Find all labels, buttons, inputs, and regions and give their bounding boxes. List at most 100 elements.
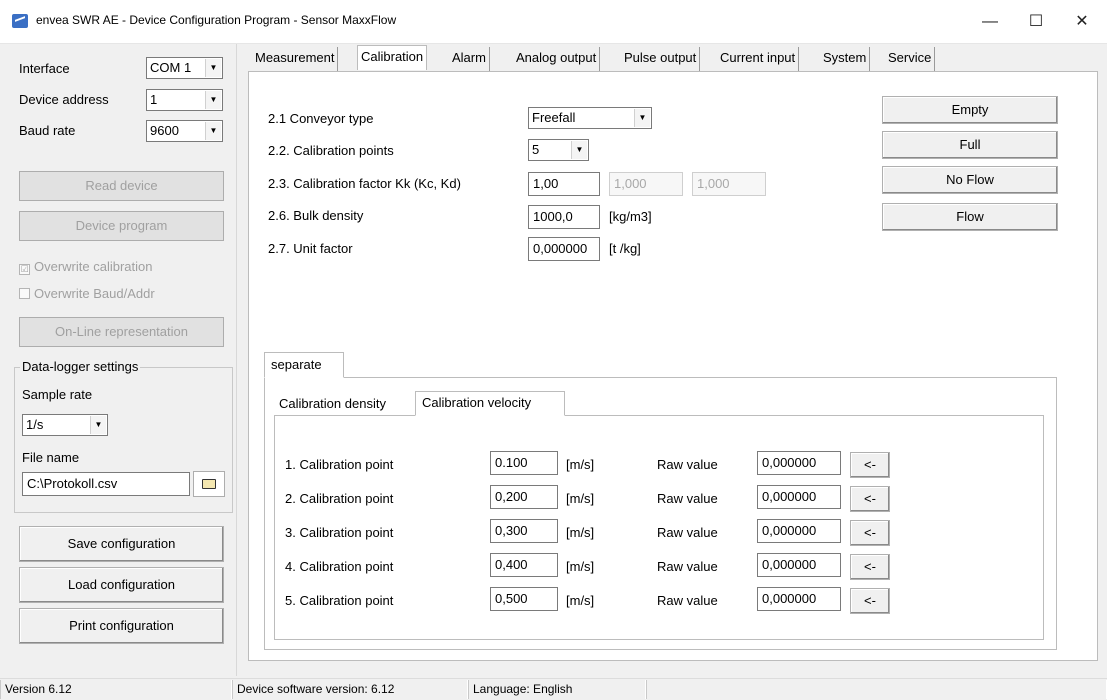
factor-kk-input[interactable]: 1,00 — [528, 172, 600, 196]
bulk-density-label: 2.6. Bulk density — [268, 208, 364, 223]
online-representation-button[interactable]: On-Line representation — [19, 317, 224, 347]
tab-pulse-output[interactable]: Pulse output — [621, 47, 701, 71]
calibration-point-unit: [m/s] — [566, 491, 595, 506]
chevron-down-icon: ▼ — [205, 91, 221, 109]
overwrite-calibration-checkbox[interactable]: ☑ Overwrite calibration — [19, 259, 153, 275]
chevron-down-icon: ▼ — [571, 141, 587, 159]
flow-button[interactable]: Flow — [882, 203, 1058, 231]
factor-kc-input[interactable]: 1,000 — [609, 172, 683, 196]
close-button[interactable]: ✕ — [1059, 0, 1105, 44]
version-status: Version 6.12 — [0, 680, 232, 699]
raw-value-label: Raw value — [657, 525, 718, 540]
conveyor-type-label: 2.1 Conveyor type — [268, 111, 374, 126]
load-configuration-button[interactable]: Load configuration — [19, 567, 224, 603]
calibration-point-label: 4. Calibration point — [285, 559, 394, 574]
calibration-point-unit: [m/s] — [566, 593, 595, 608]
apply-raw-value-button[interactable]: <- — [850, 452, 890, 478]
overwrite-baud-checkbox[interactable]: Overwrite Baud/Addr — [19, 286, 155, 301]
full-button[interactable]: Full — [882, 131, 1058, 159]
baud-rate-select[interactable]: 9600 ▼ — [146, 120, 223, 142]
conveyor-type-value: Freefall — [532, 110, 576, 125]
apply-raw-value-button[interactable]: <- — [850, 486, 890, 512]
tab-alarm[interactable]: Alarm — [449, 47, 490, 71]
bulk-density-unit: [kg/m3] — [609, 209, 652, 224]
calibration-point-value-input[interactable]: 0,500 — [490, 587, 558, 611]
calibration-point-value-input[interactable]: 0,400 — [490, 553, 558, 577]
device-program-button[interactable]: Device program — [19, 211, 224, 241]
file-name-input[interactable]: C:\Protokoll.csv — [22, 472, 190, 496]
window-title: envea SWR AE - Device Configuration Prog… — [36, 13, 397, 27]
calibration-points-select[interactable]: 5 ▼ — [528, 139, 589, 161]
tab-analog-output[interactable]: Analog output — [513, 47, 601, 71]
file-name-label: File name — [22, 450, 80, 465]
raw-value-input[interactable]: 0,000000 — [757, 553, 841, 577]
tab-calibration-density[interactable]: Calibration density — [279, 393, 386, 415]
checkbox-unchecked-icon — [19, 288, 30, 299]
interface-select[interactable]: COM 1 ▼ — [146, 57, 223, 79]
tab-service[interactable]: Service — [885, 47, 936, 71]
conveyor-type-select[interactable]: Freefall ▼ — [528, 107, 652, 129]
interface-label: Interface — [19, 61, 70, 76]
calibration-point-label: 3. Calibration point — [285, 525, 394, 540]
sample-rate-select[interactable]: 1/s ▼ — [22, 414, 108, 436]
factor-kd-input[interactable]: 1,000 — [692, 172, 766, 196]
chevron-down-icon: ▼ — [205, 59, 221, 77]
interface-value: COM 1 — [150, 60, 192, 75]
read-device-button[interactable]: Read device — [19, 171, 224, 201]
folder-icon — [202, 479, 216, 489]
apply-raw-value-button[interactable]: <- — [850, 554, 890, 580]
calibration-point-label: 1. Calibration point — [285, 457, 394, 472]
device-address-value: 1 — [150, 92, 158, 107]
raw-value-input[interactable]: 0,000000 — [757, 519, 841, 543]
calibration-factor-label: 2.3. Calibration factor Kk (Kc, Kd) — [268, 176, 461, 191]
raw-value-input[interactable]: 0,000000 — [757, 485, 841, 509]
device-software-status: Device software version: 6.12 — [232, 680, 468, 699]
sample-rate-label: Sample rate — [22, 387, 93, 402]
device-address-label: Device address — [19, 92, 109, 107]
tab-separate[interactable]: separate — [264, 352, 344, 378]
raw-value-input[interactable]: 0,000000 — [757, 451, 841, 475]
calibration-point-unit: [m/s] — [566, 559, 595, 574]
tab-calibration-velocity[interactable]: Calibration velocity — [415, 391, 565, 416]
minimize-button[interactable]: — — [967, 0, 1013, 44]
device-address-select[interactable]: 1 ▼ — [146, 89, 223, 111]
calibration-point-unit: [m/s] — [566, 457, 595, 472]
calibration-point-value-input[interactable]: 0,200 — [490, 485, 558, 509]
bulk-density-input[interactable]: 1000,0 — [528, 205, 600, 229]
datalogger-title: Data-logger settings — [20, 359, 141, 374]
apply-raw-value-button[interactable]: <- — [850, 520, 890, 546]
language-status: Language: English — [468, 680, 646, 699]
calibration-point-unit: [m/s] — [566, 525, 595, 540]
maximize-button[interactable]: ☐ — [1013, 0, 1059, 44]
calibration-points-value: 5 — [532, 142, 540, 157]
tab-system[interactable]: System — [820, 47, 871, 71]
calibration-point-label: 2. Calibration point — [285, 491, 394, 506]
chevron-down-icon: ▼ — [634, 109, 650, 127]
raw-value-label: Raw value — [657, 457, 718, 472]
app-logo-icon — [12, 14, 28, 28]
tab-measurement[interactable]: Measurement — [252, 47, 339, 71]
raw-value-label: Raw value — [657, 593, 718, 608]
browse-folder-button[interactable] — [193, 471, 225, 497]
baud-rate-label: Baud rate — [19, 123, 76, 138]
calibration-point-value-input[interactable]: 0.100 — [490, 451, 558, 475]
apply-raw-value-button[interactable]: <- — [850, 588, 890, 614]
tab-calibration[interactable]: Calibration — [357, 45, 428, 70]
checkbox-checked-icon: ☑ — [19, 264, 30, 275]
calibration-point-value-input[interactable]: 0,300 — [490, 519, 558, 543]
empty-button[interactable]: Empty — [882, 96, 1058, 124]
title-bar: envea SWR AE - Device Configuration Prog… — [0, 0, 1107, 44]
unit-factor-input[interactable]: 0,000000 — [528, 237, 600, 261]
no-flow-button[interactable]: No Flow — [882, 166, 1058, 194]
save-configuration-button[interactable]: Save configuration — [19, 526, 224, 562]
unit-factor-label: 2.7. Unit factor — [268, 241, 353, 256]
raw-value-label: Raw value — [657, 491, 718, 506]
raw-value-label: Raw value — [657, 559, 718, 574]
calibration-points-label: 2.2. Calibration points — [268, 143, 394, 158]
chevron-down-icon: ▼ — [205, 122, 221, 140]
vertical-divider — [236, 44, 237, 676]
tab-current-input[interactable]: Current input — [717, 47, 800, 71]
raw-value-input[interactable]: 0,000000 — [757, 587, 841, 611]
print-configuration-button[interactable]: Print configuration — [19, 608, 224, 644]
calibration-point-label: 5. Calibration point — [285, 593, 394, 608]
